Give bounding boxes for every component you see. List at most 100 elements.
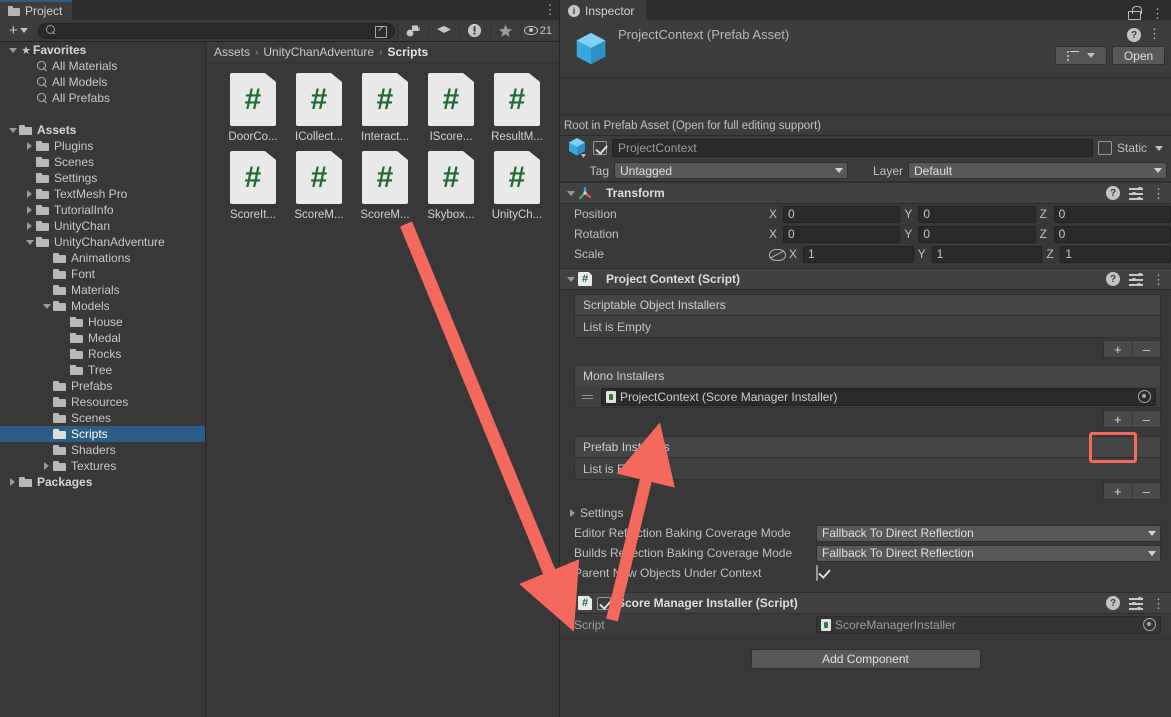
prefab-installers-add-button[interactable]: + <box>1104 483 1132 499</box>
setting-dropdown[interactable]: Fallback To Direct Reflection <box>816 525 1161 542</box>
help-icon[interactable]: ? <box>1127 28 1141 42</box>
lock-icon[interactable] <box>1128 6 1141 20</box>
prefab-overrides-dropdown[interactable] <box>1055 46 1107 65</box>
y-input[interactable]: 0 <box>918 226 1035 243</box>
transform-component-header[interactable]: Transform ? ⋮ <box>560 182 1171 204</box>
x-input[interactable]: 0 <box>783 206 900 223</box>
settings-icon[interactable] <box>1129 272 1143 286</box>
chevron-right-icon[interactable] <box>23 186 36 202</box>
drag-handle-icon[interactable] <box>581 392 595 402</box>
tree-item-prefabs[interactable]: Prefabs <box>0 378 205 394</box>
mono-installers-remove-button[interactable]: – <box>1132 411 1161 427</box>
prefab-menu-icon[interactable]: ⋮ <box>1148 26 1161 42</box>
breadcrumb-current[interactable]: Scripts <box>387 45 428 59</box>
breadcrumb-assets[interactable]: Assets <box>214 45 250 59</box>
chevron-down-icon[interactable] <box>40 298 53 314</box>
setting-dropdown[interactable]: Fallback To Direct Reflection <box>816 545 1161 562</box>
settings-icon[interactable] <box>1129 186 1143 200</box>
asset-item[interactable]: #Interact... <box>352 73 418 143</box>
tab-inspector[interactable]: i Inspector <box>560 0 646 20</box>
tree-item-settings[interactable]: Settings <box>0 170 205 186</box>
tree-item-unitychan[interactable]: UnityChan <box>0 218 205 234</box>
uniform-scale-off-icon[interactable] <box>769 249 784 260</box>
project-tab-menu-icon[interactable]: ⋮ <box>541 0 559 20</box>
asset-item[interactable]: #ICollect... <box>286 73 352 143</box>
tab-project[interactable]: Project <box>0 0 72 20</box>
component-menu-icon[interactable]: ⋮ <box>1152 187 1165 200</box>
tree-item-all-materials[interactable]: All Materials <box>0 58 205 74</box>
tree-item-materials[interactable]: Materials <box>0 282 205 298</box>
gameobject-enabled-checkbox[interactable] <box>593 141 607 155</box>
popout-icon[interactable] <box>374 24 388 38</box>
tree-item-tree[interactable]: Tree <box>0 362 205 378</box>
asset-item[interactable]: #UnityCh... <box>484 151 550 221</box>
foldout-toggle[interactable] <box>564 601 578 606</box>
x-input[interactable]: 1 <box>803 246 914 263</box>
settings-icon[interactable] <box>1129 596 1143 610</box>
layer-dropdown[interactable]: Default <box>908 162 1167 179</box>
chevron-right-icon[interactable] <box>40 458 53 474</box>
chevron-right-icon[interactable] <box>23 138 36 154</box>
asset-item[interactable]: #ScoreIt... <box>220 151 286 221</box>
tree-item-models[interactable]: Models <box>0 298 205 314</box>
breadcrumb-unitychanadventure[interactable]: UnityChanAdventure <box>263 45 374 59</box>
tree-item-animations[interactable]: Animations <box>0 250 205 266</box>
inspector-menu-icon[interactable]: ⋮ <box>1151 7 1164 20</box>
asset-item[interactable]: #ScoreM... <box>352 151 418 221</box>
tree-item-textures[interactable]: Textures <box>0 458 205 474</box>
settings-foldout[interactable]: Settings <box>560 502 1171 523</box>
component-menu-icon[interactable]: ⋮ <box>1152 273 1165 286</box>
setting-checkbox[interactable] <box>816 565 818 581</box>
static-dropdown-icon[interactable] <box>1155 146 1163 151</box>
object-picker-icon[interactable] <box>1138 390 1151 403</box>
tree-item-scenes[interactable]: Scenes <box>0 154 205 170</box>
tree-item-textmesh-pro[interactable]: TextMesh Pro <box>0 186 205 202</box>
z-input[interactable]: 1 <box>1060 246 1171 263</box>
label-filter-icon[interactable] <box>431 21 457 41</box>
score-manager-installer-header[interactable]: # Score Manager Installer (Script) ? ⋮ <box>560 592 1171 614</box>
asset-item[interactable]: #ScoreM... <box>286 151 352 221</box>
tree-item-font[interactable]: Font <box>0 266 205 282</box>
chevron-down-icon[interactable] <box>23 234 36 250</box>
asset-item[interactable]: #DoorCo... <box>220 73 286 143</box>
chevron-right-icon[interactable] <box>23 202 36 218</box>
tree-item-resources[interactable]: Resources <box>0 394 205 410</box>
object-picker-icon[interactable] <box>1143 618 1156 631</box>
y-input[interactable]: 1 <box>932 246 1043 263</box>
tree-item-shaders[interactable]: Shaders <box>0 442 205 458</box>
tree-item-house[interactable]: House <box>0 314 205 330</box>
score-manager-installer-enabled-checkbox[interactable] <box>597 597 611 610</box>
tree-item-all-models[interactable]: All Models <box>0 74 205 90</box>
scriptable-object-installers-header[interactable]: Scriptable Object Installers <box>574 294 1161 315</box>
favorite-star-icon[interactable] <box>493 21 519 41</box>
y-input[interactable]: 0 <box>918 206 1035 223</box>
z-input[interactable]: 0 <box>1054 226 1171 243</box>
chevron-right-icon[interactable] <box>23 218 36 234</box>
tree-item-tutorialinfo[interactable]: TutorialInfo <box>0 202 205 218</box>
tree-item-medal[interactable]: Medal <box>0 330 205 346</box>
scriptable-installers-add-button[interactable]: + <box>1104 341 1132 357</box>
asset-item[interactable]: #Skybox... <box>418 151 484 221</box>
help-icon[interactable]: ? <box>1106 596 1120 610</box>
tree-item-assets[interactable]: Assets <box>0 122 205 138</box>
scriptable-installers-remove-button[interactable]: – <box>1132 341 1161 357</box>
chevron-right-icon[interactable] <box>6 474 19 490</box>
x-input[interactable]: 0 <box>783 226 900 243</box>
tree-item-packages[interactable]: Packages <box>0 474 205 490</box>
prefab-installers-header[interactable]: Prefab Installers <box>574 436 1161 457</box>
search-field[interactable] <box>38 23 395 39</box>
open-prefab-button[interactable]: Open <box>1112 46 1165 65</box>
z-input[interactable]: 0 <box>1054 206 1171 223</box>
chevron-down-icon[interactable] <box>6 122 19 138</box>
foldout-toggle[interactable] <box>564 191 578 196</box>
tree-item-scenes[interactable]: Scenes <box>0 410 205 426</box>
tree-item-rocks[interactable]: Rocks <box>0 346 205 362</box>
gameobject-name-input[interactable]: ProjectContext <box>612 139 1093 157</box>
add-component-button[interactable]: Add Component <box>751 649 981 669</box>
script-object-field[interactable]: ScoreManagerInstaller <box>816 616 1161 634</box>
component-menu-icon[interactable]: ⋮ <box>1152 597 1165 610</box>
help-icon[interactable]: ? <box>1106 272 1120 286</box>
tree-item-plugins[interactable]: Plugins <box>0 138 205 154</box>
mono-installer-object-field[interactable]: ProjectContext (Score Manager Installer) <box>601 388 1156 406</box>
help-icon[interactable]: ? <box>1106 186 1120 200</box>
